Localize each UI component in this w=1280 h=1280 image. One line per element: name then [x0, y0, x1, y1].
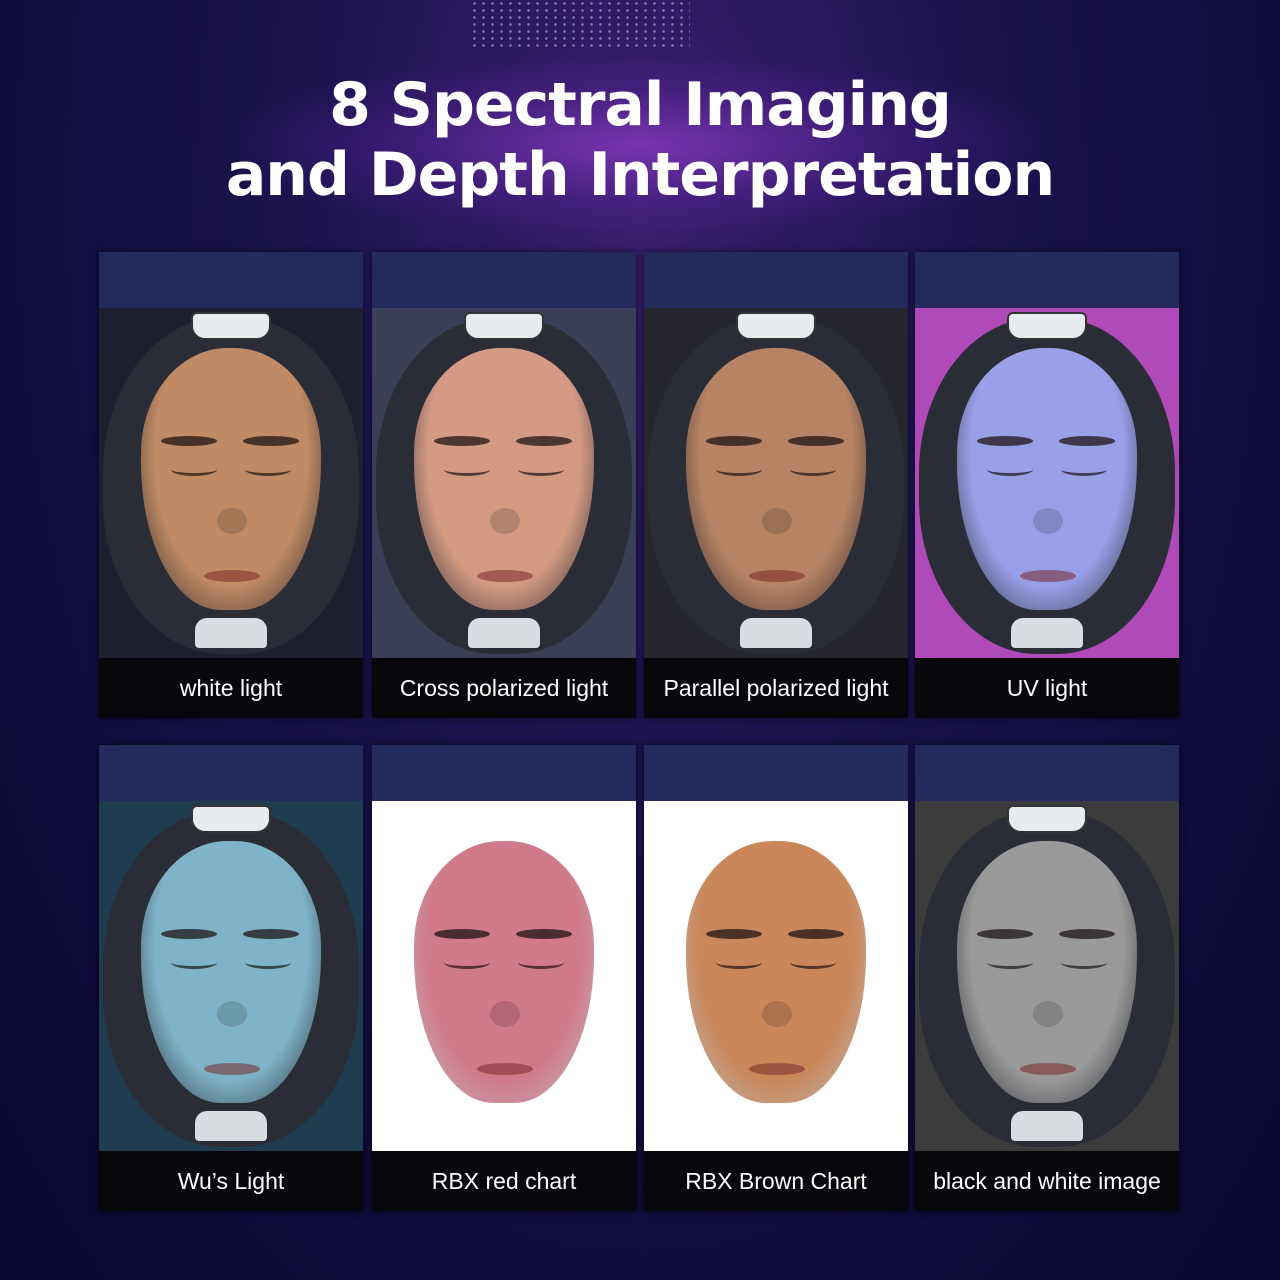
brow-feature [788, 929, 844, 939]
imaging-panel: Cross polarized light [372, 252, 636, 718]
imaging-panel: black and white image [915, 745, 1179, 1211]
face-scan-image [915, 308, 1179, 658]
nose-feature [1033, 508, 1063, 534]
page-title: 8 Spectral Imaging and Depth Interpretat… [0, 70, 1280, 210]
nose-feature [762, 1001, 792, 1027]
mouth-feature [477, 570, 533, 582]
brow-feature [434, 436, 490, 446]
face-scan-image [372, 801, 636, 1151]
eye-feature [518, 956, 564, 969]
imaging-panel: Parallel polarized light [644, 252, 908, 718]
chin-rest [740, 618, 812, 648]
imaging-panel: RBX red chart [372, 745, 636, 1211]
eye-feature [444, 463, 490, 476]
mouth-feature [204, 570, 260, 582]
panel-header-bar [915, 745, 1179, 801]
head-rest [464, 312, 544, 340]
face-scan-image [915, 801, 1179, 1151]
brow-feature [706, 929, 762, 939]
panel-caption: white light [99, 658, 363, 718]
panel-caption: UV light [915, 658, 1179, 718]
panel-caption: black and white image [915, 1151, 1179, 1211]
face-scan-image [99, 801, 363, 1151]
brow-feature [977, 436, 1033, 446]
nose-feature [762, 508, 792, 534]
title-line-2: and Depth Interpretation [225, 140, 1055, 210]
nose-feature [217, 508, 247, 534]
brow-feature [977, 929, 1033, 939]
face-scan-image [372, 308, 636, 658]
mouth-feature [1020, 1063, 1076, 1075]
decorative-dots [470, 0, 690, 50]
eye-feature [716, 956, 762, 969]
panel-caption: RBX Brown Chart [644, 1151, 908, 1211]
panel-header-bar [644, 745, 908, 801]
head-rest [1007, 805, 1087, 833]
head-rest [191, 805, 271, 833]
brow-feature [516, 436, 572, 446]
imaging-panel: white light [99, 252, 363, 718]
eye-feature [245, 956, 291, 969]
imaging-panel: RBX Brown Chart [644, 745, 908, 1211]
eye-feature [987, 463, 1033, 476]
mouth-feature [1020, 570, 1076, 582]
face-scan-image [644, 801, 908, 1151]
head-rest [1007, 312, 1087, 340]
mouth-feature [749, 570, 805, 582]
panel-header-bar [372, 252, 636, 308]
nose-feature [490, 508, 520, 534]
nose-feature [1033, 1001, 1063, 1027]
chin-rest [1011, 618, 1083, 648]
panel-caption: RBX red chart [372, 1151, 636, 1211]
nose-feature [217, 1001, 247, 1027]
eye-feature [716, 463, 762, 476]
eye-feature [790, 463, 836, 476]
panel-caption: Parallel polarized light [644, 658, 908, 718]
brow-feature [161, 436, 217, 446]
brow-feature [516, 929, 572, 939]
brow-feature [1059, 436, 1115, 446]
eye-feature [790, 956, 836, 969]
eye-feature [245, 463, 291, 476]
mouth-feature [204, 1063, 260, 1075]
head-rest [191, 312, 271, 340]
eye-feature [171, 956, 217, 969]
panel-caption: Wu’s Light [99, 1151, 363, 1211]
brow-feature [243, 929, 299, 939]
panel-caption: Cross polarized light [372, 658, 636, 718]
nose-feature [490, 1001, 520, 1027]
brow-feature [1059, 929, 1115, 939]
eye-feature [1061, 956, 1107, 969]
brow-feature [706, 436, 762, 446]
eye-feature [171, 463, 217, 476]
mouth-feature [477, 1063, 533, 1075]
brow-feature [243, 436, 299, 446]
eye-feature [1061, 463, 1107, 476]
panel-header-bar [644, 252, 908, 308]
brow-feature [788, 436, 844, 446]
panel-header-bar [99, 252, 363, 308]
imaging-panel: UV light [915, 252, 1179, 718]
brow-feature [434, 929, 490, 939]
eye-feature [444, 956, 490, 969]
head-rest [736, 312, 816, 340]
title-line-1: 8 Spectral Imaging [329, 70, 952, 140]
eye-feature [518, 463, 564, 476]
panel-header-bar [915, 252, 1179, 308]
eye-feature [987, 956, 1033, 969]
chin-rest [1011, 1111, 1083, 1141]
panel-header-bar [99, 745, 363, 801]
mouth-feature [749, 1063, 805, 1075]
face-scan-image [99, 308, 363, 658]
chin-rest [468, 618, 540, 648]
panel-header-bar [372, 745, 636, 801]
brow-feature [161, 929, 217, 939]
chin-rest [195, 618, 267, 648]
chin-rest [195, 1111, 267, 1141]
imaging-panel: Wu’s Light [99, 745, 363, 1211]
face-scan-image [644, 308, 908, 658]
